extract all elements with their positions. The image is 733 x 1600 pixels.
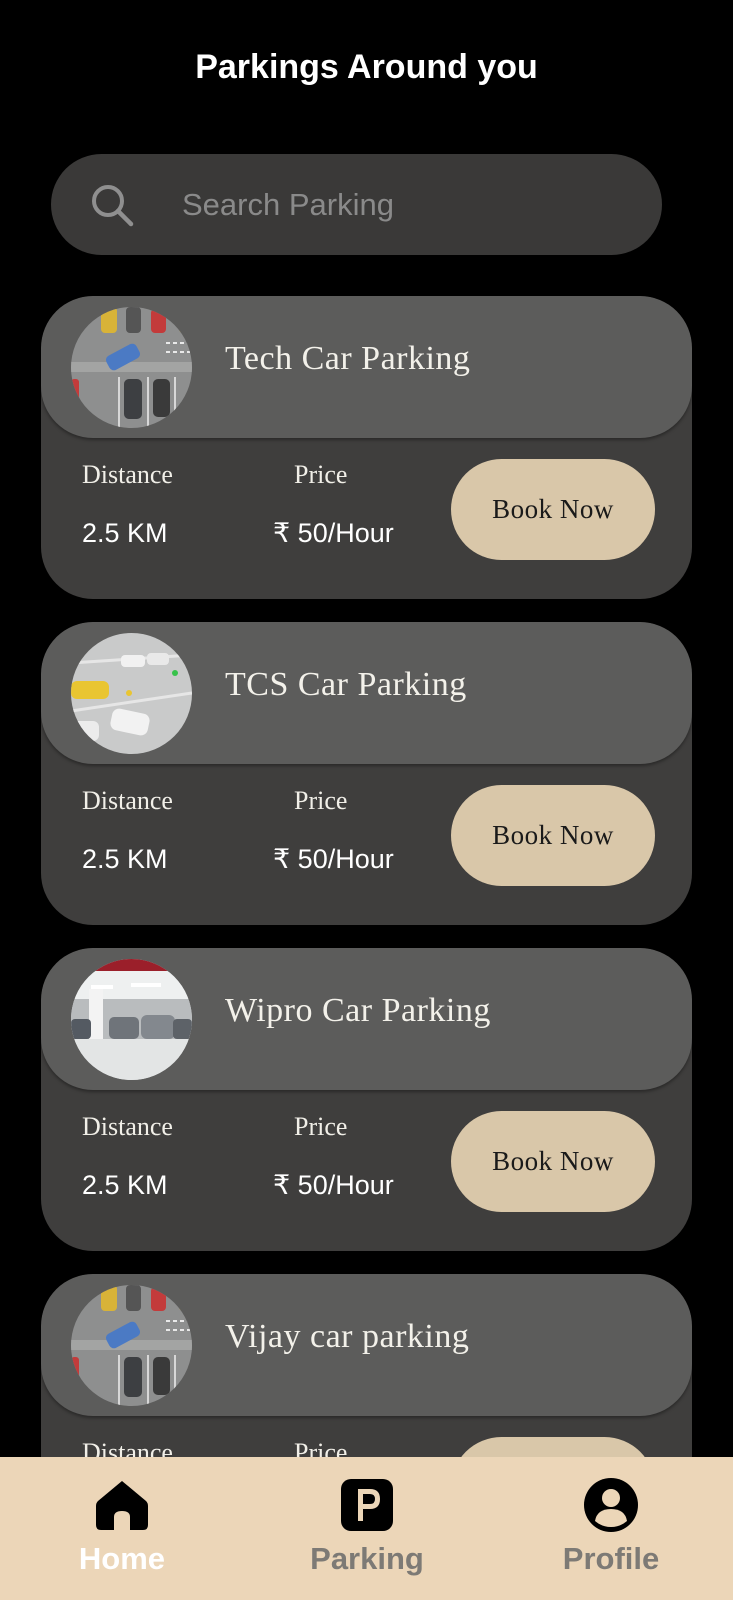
search-bar[interactable] xyxy=(51,154,662,255)
page-title: Parkings Around you xyxy=(195,48,538,86)
parking-thumbnail xyxy=(71,1285,192,1406)
parking-name: Wipro Car Parking xyxy=(225,992,491,1029)
price-value: ₹ 50/Hour xyxy=(273,844,394,874)
distance-value: 2.5 KM xyxy=(82,1170,168,1200)
distance-label: Distance xyxy=(82,786,173,815)
parking-card-header: Tech Car Parking xyxy=(41,296,692,438)
book-now-button[interactable]: Book Now xyxy=(451,459,655,560)
price-label: Price xyxy=(294,1112,348,1141)
parking-name: Tech Car Parking xyxy=(225,340,471,377)
distance-label: Distance xyxy=(82,460,173,489)
parking-card-header: Vijay car parking xyxy=(41,1274,692,1416)
price-label: Price xyxy=(294,786,348,815)
distance-label: Distance xyxy=(82,1112,173,1141)
parking-name: Vijay car parking xyxy=(225,1318,470,1355)
price-value: ₹ 50/Hour xyxy=(273,1170,394,1200)
distance-value: 2.5 KM xyxy=(82,518,168,548)
nav-label-profile: Profile xyxy=(562,1541,660,1576)
price-label: Price xyxy=(294,460,348,489)
nav-label-parking: Parking xyxy=(310,1541,424,1576)
parking-card: TCS Car Parking Distance Price 2.5 KM ₹ … xyxy=(41,622,692,925)
book-now-button[interactable]: Book Now xyxy=(451,1111,655,1212)
nav-item-profile[interactable]: Profile xyxy=(511,1457,711,1600)
book-now-button[interactable]: Book Now xyxy=(451,785,655,886)
parking-card: Wipro Car Parking Distance Price 2.5 KM … xyxy=(41,948,692,1251)
search-icon xyxy=(92,185,134,227)
price-value: ₹ 50/Hour xyxy=(273,518,394,548)
search-input[interactable] xyxy=(180,176,624,234)
nav-item-parking[interactable]: Parking xyxy=(267,1457,467,1600)
nav-item-home[interactable]: Home xyxy=(22,1457,222,1600)
parking-icon xyxy=(341,1479,393,1531)
parking-card-header: Wipro Car Parking xyxy=(41,948,692,1090)
nav-label-home: Home xyxy=(78,1541,166,1576)
parking-card-header: TCS Car Parking xyxy=(41,622,692,764)
parking-thumbnail xyxy=(71,959,192,1080)
home-icon xyxy=(96,1481,148,1530)
bottom-nav: Home Parking Profile xyxy=(0,1457,733,1600)
parking-thumbnail xyxy=(71,307,192,428)
distance-value: 2.5 KM xyxy=(82,844,168,874)
parking-name: TCS Car Parking xyxy=(225,666,467,703)
parking-card: Tech Car Parking Distance Price 2.5 KM ₹… xyxy=(41,296,692,599)
profile-icon xyxy=(584,1478,638,1532)
parking-thumbnail xyxy=(71,633,192,754)
